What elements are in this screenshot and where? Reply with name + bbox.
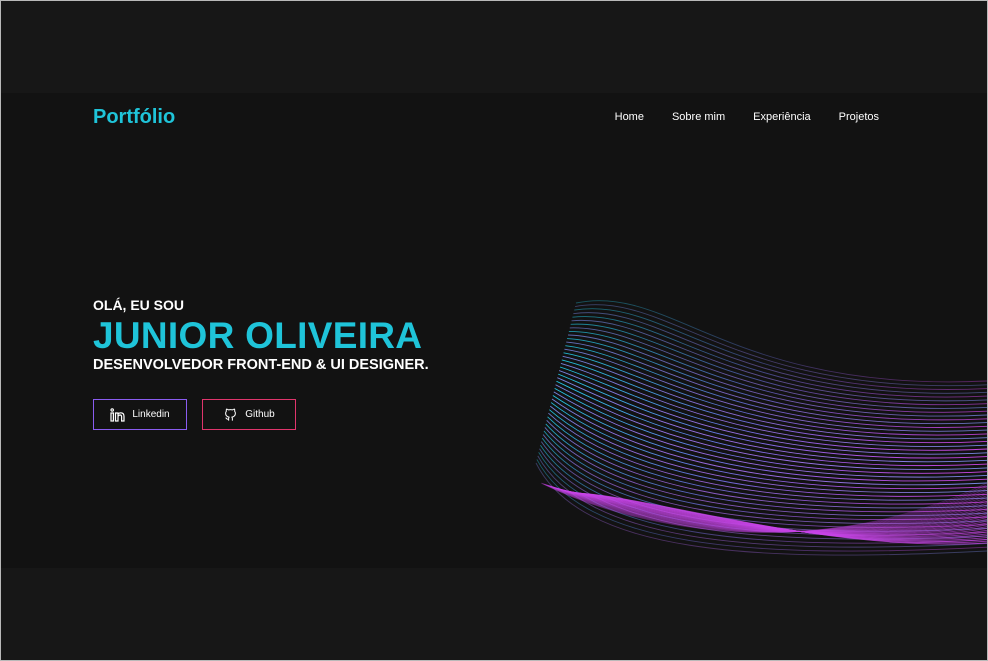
bottom-band (1, 568, 987, 660)
browser-viewport: Portfólio Home Sobre mim Experiência Pro… (0, 0, 988, 661)
nav-projetos[interactable]: Projetos (839, 111, 879, 123)
hero-name: JUNIOR OLIVEIRA (93, 315, 423, 356)
linkedin-button-label: Linkedin (132, 409, 170, 420)
nav-home[interactable]: Home (615, 111, 644, 123)
hero-role: DESENVOLVEDOR FRONT-END & UI DESIGNER. (93, 357, 429, 373)
top-band (1, 1, 987, 93)
wave-line (548, 412, 987, 501)
wave-line (563, 352, 987, 436)
main-nav: Home Sobre mim Experiência Projetos (615, 111, 879, 123)
linkedin-button[interactable]: Linkedin (93, 399, 187, 430)
nav-sobre-mim[interactable]: Sobre mim (672, 111, 725, 123)
nav-experiencia[interactable]: Experiência (753, 111, 810, 123)
wave-art (535, 300, 987, 556)
wave-line (575, 304, 987, 387)
github-icon (223, 407, 238, 422)
wave-line (560, 363, 987, 447)
github-button[interactable]: Github (202, 399, 296, 430)
hero-greeting: OLÁ, EU SOU (93, 297, 185, 313)
wave-line (547, 416, 987, 505)
linkedin-icon (110, 407, 125, 422)
wave-line (567, 334, 987, 417)
github-button-label: Github (245, 409, 275, 420)
site-logo[interactable]: Portfólio (93, 106, 175, 129)
